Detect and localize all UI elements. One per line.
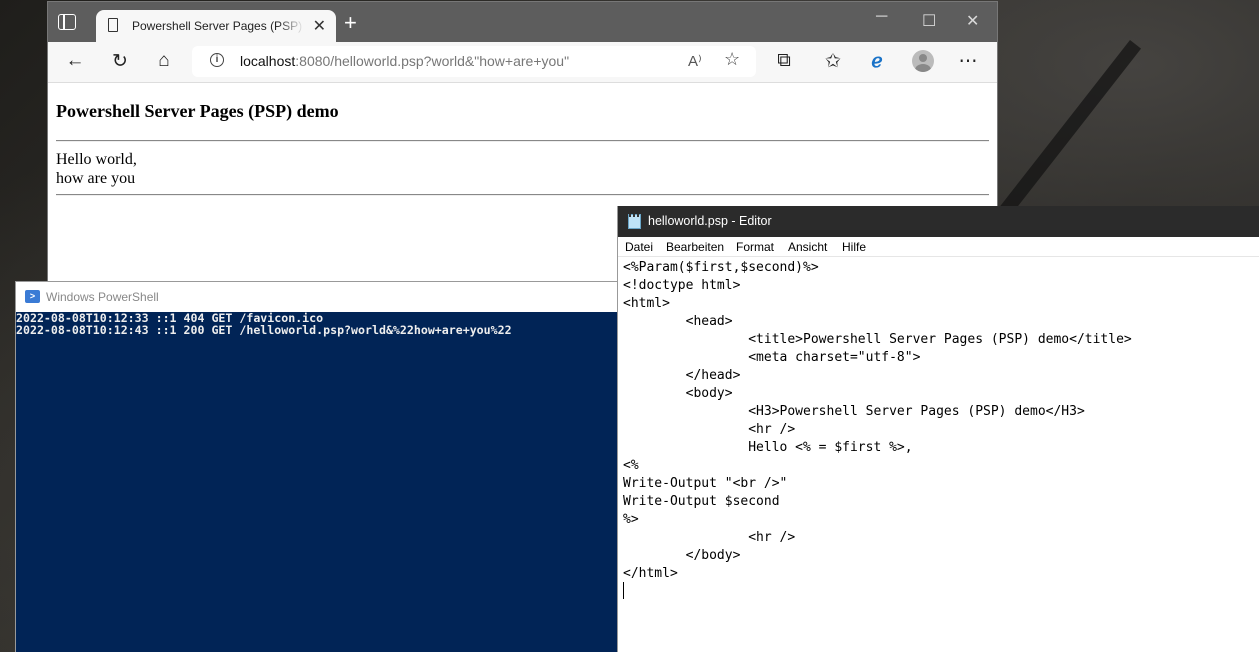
- text-caret: [623, 582, 624, 599]
- editor-menubar: Datei Bearbeiten Format Ansicht Hilfe: [618, 237, 1259, 257]
- code-line: <title>Powershell Server Pages (PSP) dem…: [623, 332, 1132, 347]
- browser-toolbar: ← ↻ ⌂ i localhost:8080/helloworld.psp?wo…: [48, 42, 997, 83]
- editor-titlebar[interactable]: helloworld.psp - Editor: [618, 206, 1259, 237]
- code-line: <H3>Powershell Server Pages (PSP) demo</…: [623, 404, 1085, 419]
- code-line: Hello <% = $first %>,: [623, 440, 913, 455]
- page-icon: [108, 18, 118, 32]
- code-line: <body>: [623, 386, 733, 401]
- code-line: Write-Output $second: [623, 494, 780, 509]
- second-line: how are you: [56, 170, 136, 187]
- hello-line: Hello world,: [56, 151, 137, 168]
- code-line: </body>: [623, 548, 741, 563]
- menu-format[interactable]: Format: [736, 240, 774, 254]
- code-line: <hr />: [623, 530, 796, 545]
- editor-text-area[interactable]: <%Param($first,$second)%> <!doctype html>…: [623, 259, 1132, 583]
- powershell-icon: >: [25, 290, 40, 303]
- code-line: <meta charset="utf-8">: [623, 350, 921, 365]
- site-info-icon[interactable]: i: [210, 53, 224, 67]
- powershell-window: > Windows PowerShell 2022-08-08T10:12:33…: [16, 282, 636, 652]
- notepad-icon: [628, 214, 641, 229]
- code-line: Write-Output "<br />": [623, 476, 788, 491]
- tab-helloworld[interactable]: Powershell Server Pages (PSP) demo ✕: [96, 10, 336, 42]
- code-line: </head>: [623, 368, 741, 383]
- avatar[interactable]: [912, 50, 934, 72]
- powershell-titlebar[interactable]: > Windows PowerShell: [16, 282, 636, 312]
- code-line: <!doctype html>: [623, 278, 741, 293]
- tab-bar: Powershell Server Pages (PSP) demo ✕ + ─…: [48, 2, 997, 42]
- maximize-icon[interactable]: ☐: [922, 11, 936, 31]
- menu-ansicht[interactable]: Ansicht: [788, 240, 827, 254]
- editor-title: helloworld.psp - Editor: [648, 214, 772, 228]
- url-text[interactable]: localhost:8080/helloworld.psp?world&"how…: [240, 53, 569, 69]
- code-line: <html>: [623, 296, 670, 311]
- menu-datei[interactable]: Datei: [625, 240, 653, 254]
- divider: [56, 140, 989, 142]
- home-icon[interactable]: ⌂: [152, 50, 176, 72]
- page-heading: Powershell Server Pages (PSP) demo: [56, 101, 339, 121]
- tab-title: Powershell Server Pages (PSP) demo: [132, 19, 304, 33]
- refresh-icon[interactable]: ↻: [108, 50, 132, 73]
- minimize-icon[interactable]: ─: [876, 8, 887, 26]
- code-line: <head>: [623, 314, 733, 329]
- console-output[interactable]: 2022-08-08T10:12:33 ::1 404 GET /favicon…: [16, 312, 512, 336]
- code-line: %>: [623, 512, 639, 527]
- console-line: 2022-08-08T10:12:43 ::1 200 GET /hellowo…: [16, 323, 512, 337]
- more-menu-icon[interactable]: ⋯: [956, 50, 980, 73]
- add-favorite-icon[interactable]: ☆: [724, 49, 740, 70]
- menu-hilfe[interactable]: Hilfe: [842, 240, 866, 254]
- favorites-icon[interactable]: ✩: [821, 50, 845, 73]
- new-tab-button[interactable]: +: [344, 10, 357, 36]
- divider: [56, 194, 989, 196]
- menu-bearbeiten[interactable]: Bearbeiten: [666, 240, 724, 254]
- code-line: <%: [623, 458, 639, 473]
- read-aloud-icon[interactable]: A⁾: [688, 52, 702, 70]
- back-icon[interactable]: ←: [63, 50, 87, 72]
- extensions-icon[interactable]: ⧉: [772, 50, 796, 72]
- powershell-title: Windows PowerShell: [46, 290, 159, 304]
- code-line: <%Param($first,$second)%>: [623, 260, 819, 275]
- address-bar[interactable]: i localhost:8080/helloworld.psp?world&"h…: [192, 46, 756, 77]
- code-line: </html>: [623, 566, 678, 581]
- close-window-icon[interactable]: ✕: [966, 11, 979, 31]
- code-line: <hr />: [623, 422, 796, 437]
- close-tab-icon[interactable]: ✕: [313, 16, 326, 36]
- editor-window: helloworld.psp - Editor Datei Bearbeiten…: [618, 206, 1259, 652]
- tab-actions-icon[interactable]: [58, 14, 76, 30]
- collections-icon[interactable]: ℯ: [865, 50, 889, 73]
